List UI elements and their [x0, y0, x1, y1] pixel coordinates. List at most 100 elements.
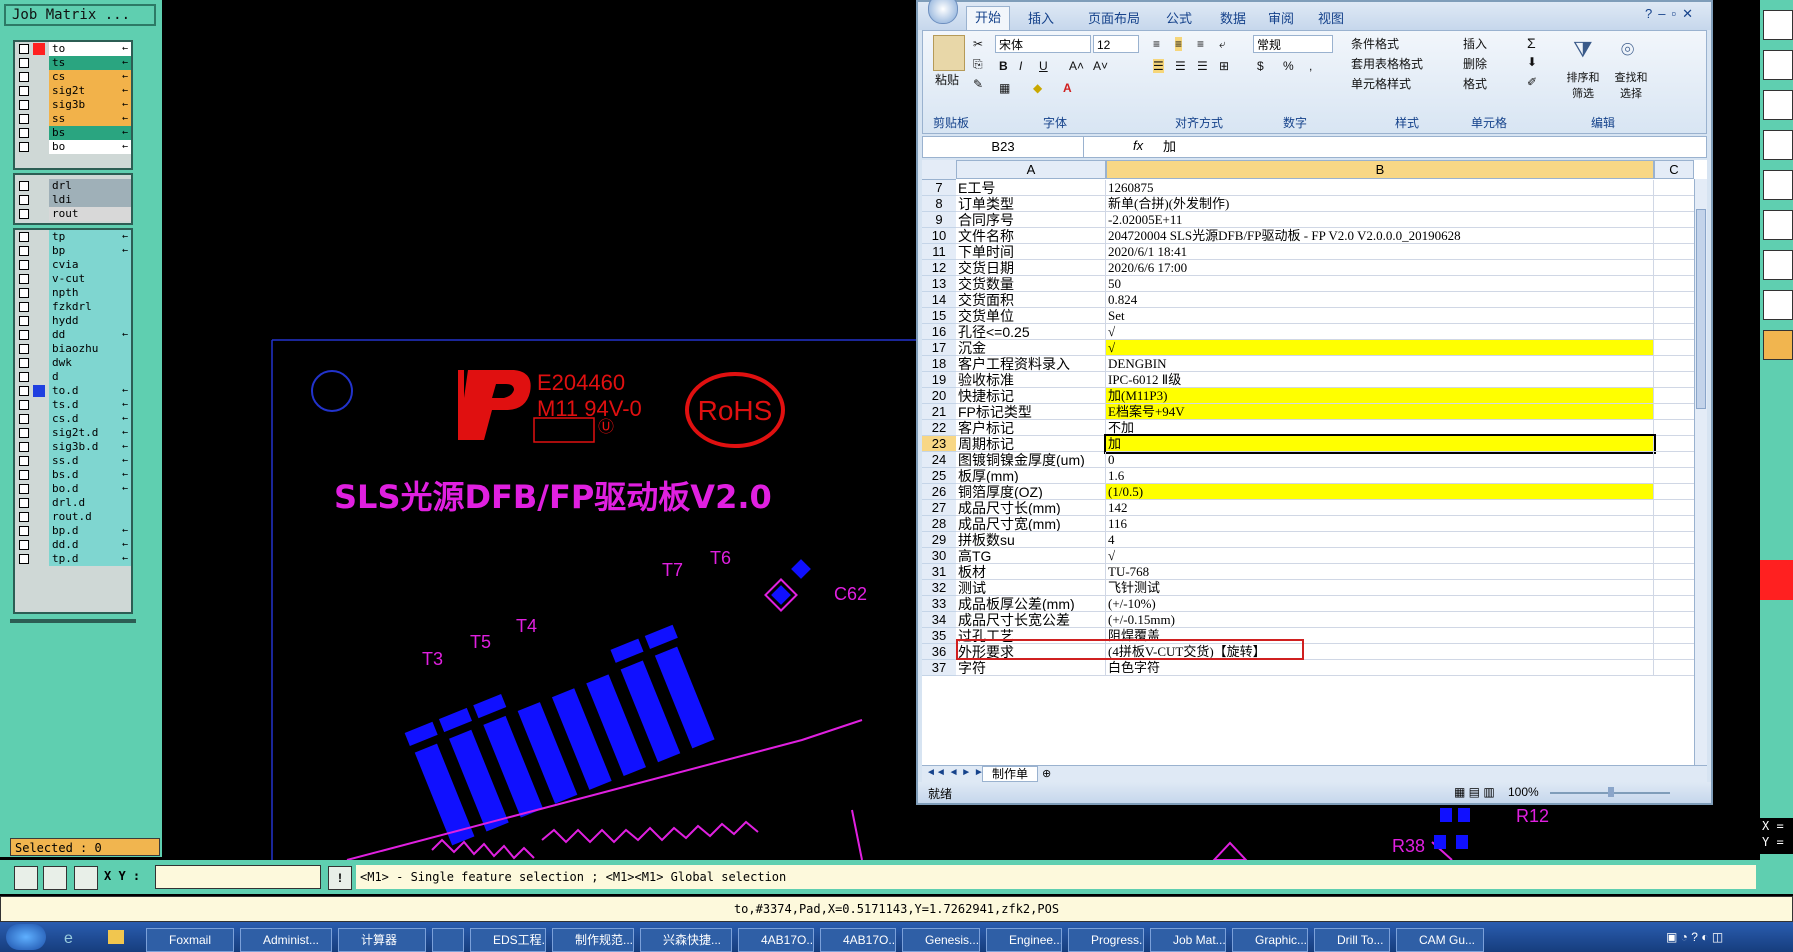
cell-b[interactable]: Set [1106, 308, 1654, 324]
layer-arrow-icon[interactable]: ← [122, 328, 128, 342]
cell-b[interactable]: 加 [1104, 434, 1656, 454]
layer-checkbox[interactable] [19, 330, 29, 340]
row-header[interactable]: 28 [922, 516, 956, 532]
cell-c[interactable] [1654, 260, 1694, 276]
tool-icon-5[interactable] [1763, 170, 1793, 200]
layer-checkbox[interactable] [19, 470, 29, 480]
layer-arrow-icon[interactable]: ← [122, 140, 128, 154]
layer-row[interactable]: v-cut [15, 272, 131, 286]
cell-c[interactable] [1654, 196, 1694, 212]
cell-c[interactable] [1654, 516, 1694, 532]
layer-arrow-icon[interactable]: ← [122, 56, 128, 70]
layer-row[interactable]: cs ← [15, 70, 131, 84]
autosum-icon[interactable]: Σ [1527, 35, 1536, 51]
layer-name[interactable]: npth [49, 286, 131, 300]
table-format-button[interactable]: 套用表格格式 [1351, 55, 1423, 72]
zoom-level[interactable]: 100% [1508, 785, 1539, 799]
layer-name[interactable]: drl.d [49, 496, 131, 510]
cell-a[interactable]: 孔径<=0.25 [956, 324, 1106, 340]
tool-icon-3[interactable] [1763, 90, 1793, 120]
tool-icon-7[interactable] [1763, 250, 1793, 280]
align-left-icon[interactable]: ☰ [1153, 59, 1164, 73]
taskbar-item[interactable]: Job Mat... [1150, 928, 1226, 952]
cell-c[interactable] [1654, 292, 1694, 308]
cell-b[interactable]: (+/-10%) [1106, 596, 1654, 612]
layer-checkbox[interactable] [19, 372, 29, 382]
ribbon-tab[interactable]: 页面布局 [1088, 8, 1140, 27]
worksheet-grid[interactable]: A B C 7 E工号 1260875 8 订单类型 新单(合拼)(外发制作) 9 合同序号 -… [922, 160, 1707, 768]
cell-c[interactable] [1654, 644, 1694, 660]
layer-row[interactable]: dd.d ← [15, 538, 131, 552]
layer-name[interactable]: bo [49, 140, 131, 154]
row-header[interactable]: 14 [922, 292, 956, 308]
cell-c[interactable] [1654, 356, 1694, 372]
comma-icon[interactable]: , [1309, 59, 1312, 73]
layer-row[interactable]: ss.d ← [15, 454, 131, 468]
italic-button[interactable]: I [1019, 59, 1022, 73]
cell-a[interactable]: 字符 [956, 660, 1106, 676]
cell-a[interactable]: 验收标准 [956, 372, 1106, 388]
cell-a[interactable]: 周期标记 [956, 436, 1106, 452]
cell-a[interactable]: 铜箔厚度(OZ) [956, 484, 1106, 500]
row-header[interactable]: 34 [922, 612, 956, 628]
layer-row[interactable]: rout [15, 207, 131, 221]
col-header-b[interactable]: B [1106, 160, 1654, 179]
layer-name[interactable]: bo.d [49, 482, 131, 496]
row-header[interactable]: 27 [922, 500, 956, 516]
layer-checkbox[interactable] [19, 246, 29, 256]
cell-c[interactable] [1654, 420, 1694, 436]
cell-c[interactable] [1654, 372, 1694, 388]
row-header[interactable]: 25 [922, 468, 956, 484]
cell-c[interactable] [1654, 244, 1694, 260]
snap-tool-icon[interactable] [43, 866, 67, 890]
border-icon[interactable]: ▦ [999, 81, 1010, 95]
paste-button[interactable]: 粘贴 [935, 71, 959, 88]
layer-checkbox[interactable] [19, 400, 29, 410]
cut-icon[interactable]: ✂ [973, 37, 983, 51]
ribbon-tab[interactable]: 插入 [1028, 8, 1054, 27]
layer-arrow-icon[interactable]: ← [122, 454, 128, 468]
layer-arrow-icon[interactable]: ← [122, 398, 128, 412]
merge-icon[interactable]: ⊞ [1219, 59, 1229, 73]
cell-b[interactable]: IPC-6012 Ⅱ级 [1106, 372, 1654, 388]
taskbar-item[interactable]: Administ... [240, 928, 332, 952]
conditional-format-button[interactable]: 条件格式 [1351, 35, 1399, 52]
row-header[interactable]: 33 [922, 596, 956, 612]
percent-icon[interactable]: % [1283, 59, 1294, 73]
view-buttons[interactable]: ▦ ▤ ▥ [1454, 785, 1495, 799]
taskbar-item[interactable]: Drill To... [1314, 928, 1390, 952]
shrink-font-icon[interactable]: A˅ [1093, 59, 1108, 73]
taskbar-item[interactable]: EDS工程... [470, 928, 546, 952]
layer-name[interactable]: dd [49, 328, 131, 342]
row-header[interactable]: 37 [922, 660, 956, 676]
row-header[interactable]: 30 [922, 548, 956, 564]
formula-input[interactable]: 加 [1163, 137, 1176, 157]
wrap-text-icon[interactable]: ⤶ [1219, 37, 1226, 52]
cell-c[interactable] [1654, 308, 1694, 324]
cell-b[interactable]: TU-768 [1106, 564, 1654, 580]
ribbon-tab[interactable]: 开始 [966, 6, 1011, 31]
layer-row[interactable]: sig3b ← [15, 98, 131, 112]
layer-checkbox[interactable] [19, 386, 29, 396]
layer-checkbox[interactable] [19, 526, 29, 536]
layer-checkbox[interactable] [19, 260, 29, 270]
layer-checkbox[interactable] [19, 72, 29, 82]
layer-row[interactable]: cs.d ← [15, 412, 131, 426]
cell-c[interactable] [1654, 340, 1694, 356]
cell-a[interactable]: 板厚(mm) [956, 468, 1106, 484]
cell-b[interactable]: (+/-0.15mm) [1106, 612, 1654, 628]
align-right-icon[interactable]: ☰ [1197, 59, 1208, 73]
cell-b[interactable]: 50 [1106, 276, 1654, 292]
row-header[interactable]: 20 [922, 388, 956, 404]
layer-row[interactable]: bs ← [15, 126, 131, 140]
ribbon-tab[interactable]: 公式 [1166, 8, 1192, 27]
cell-a[interactable]: 沉金 [956, 340, 1106, 356]
layer-name[interactable]: hydd [49, 314, 131, 328]
layer-arrow-icon[interactable]: ← [122, 412, 128, 426]
cell-b[interactable]: 飞针测试 [1106, 580, 1654, 596]
font-size-select[interactable]: 12 [1093, 35, 1139, 53]
cell-c[interactable] [1654, 580, 1694, 596]
layer-row[interactable]: dd ← [15, 328, 131, 342]
layer-name[interactable]: to.d [49, 384, 131, 398]
layer-checkbox[interactable] [19, 540, 29, 550]
